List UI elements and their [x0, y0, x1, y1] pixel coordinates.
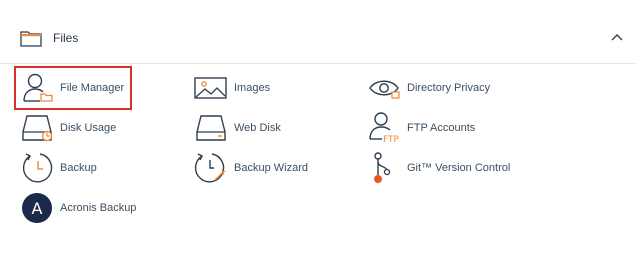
backup-wizard-icon	[194, 153, 226, 183]
tool-acronis-backup[interactable]: A Acronis Backup	[22, 190, 142, 226]
section-title: Files	[53, 31, 79, 45]
backup-icon	[22, 153, 53, 183]
git-icon	[374, 152, 391, 183]
tool-file-manager[interactable]: File Manager	[22, 70, 132, 106]
eye-icon	[369, 80, 400, 99]
tool-label: FTP Accounts	[407, 122, 476, 134]
tool-label: Images	[234, 82, 271, 94]
tool-directory-privacy[interactable]: Directory Privacy	[368, 70, 498, 106]
files-section-header[interactable]: Files	[0, 0, 636, 64]
tool-backup[interactable]: Backup	[22, 150, 112, 186]
tool-git-version-control[interactable]: Git™ Version Control	[368, 150, 511, 186]
header-divider	[0, 63, 636, 64]
disk-usage-icon	[22, 115, 53, 142]
tool-disk-usage[interactable]: Disk Usage	[22, 110, 122, 146]
tool-label: Backup	[60, 162, 97, 174]
images-icon	[194, 77, 227, 99]
file-manager-icon	[23, 73, 53, 102]
acronis-logo-icon: A	[22, 193, 52, 223]
chevron-up-icon[interactable]	[611, 32, 623, 42]
tool-label: Git™ Version Control	[407, 162, 511, 174]
ftp-icon-text: FTP	[383, 135, 400, 145]
tool-label: File Manager	[60, 82, 125, 94]
tool-label: Directory Privacy	[407, 82, 491, 94]
tool-label: Acronis Backup	[60, 202, 137, 214]
tool-web-disk[interactable]: Web Disk	[194, 110, 284, 146]
tool-label: Web Disk	[234, 122, 281, 134]
folder-icon	[20, 31, 42, 47]
acronis-icon-letter: A	[32, 199, 43, 218]
ftp-accounts-icon: FTP	[369, 112, 400, 145]
tool-label: Backup Wizard	[234, 162, 308, 174]
web-disk-icon	[196, 115, 226, 141]
tool-backup-wizard[interactable]: Backup Wizard	[194, 150, 308, 186]
tool-label: Disk Usage	[60, 122, 117, 134]
tool-ftp-accounts[interactable]: FTP FTP Accounts	[368, 110, 478, 146]
tool-images[interactable]: Images	[194, 70, 284, 106]
